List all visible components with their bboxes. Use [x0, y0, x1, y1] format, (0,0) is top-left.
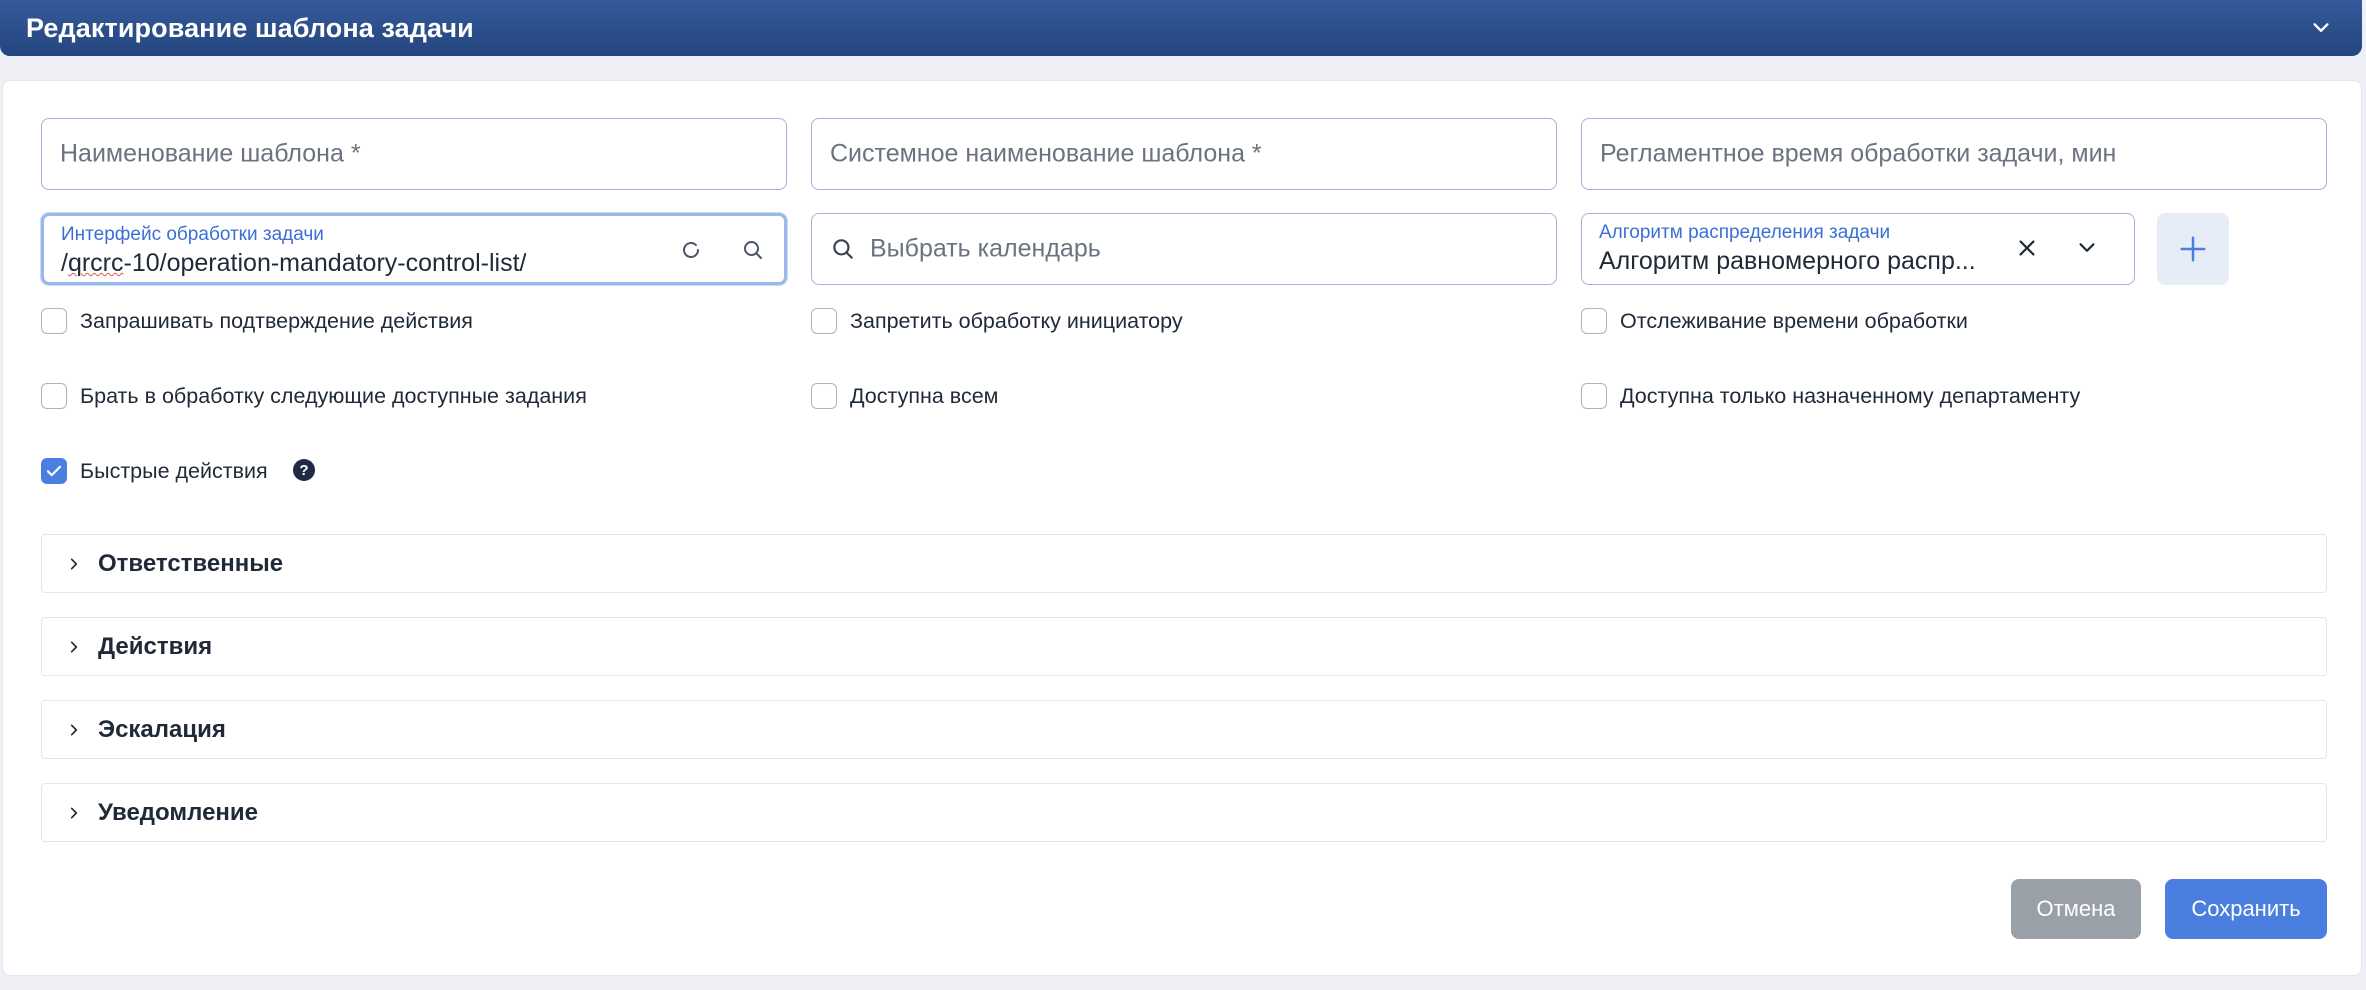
checkbox-box[interactable]	[1581, 308, 1607, 334]
take-next-label: Брать в обработку следующие доступные за…	[80, 383, 587, 408]
take-next-checkbox[interactable]: Брать в обработку следующие доступные за…	[41, 383, 587, 409]
interface-search-button[interactable]	[736, 233, 770, 267]
section-notification[interactable]: Уведомление	[41, 783, 2327, 842]
section-escalation[interactable]: Эскалация	[41, 700, 2327, 759]
refresh-button[interactable]	[674, 233, 708, 267]
confirm-action-checkbox[interactable]: Запрашивать подтверждение действия	[41, 308, 473, 334]
add-algorithm-button[interactable]	[2157, 213, 2229, 285]
forbid-initiator-checkbox[interactable]: Запретить обработку инициатору	[811, 308, 1183, 334]
checkbox-box-checked[interactable]	[41, 458, 67, 484]
interface-input[interactable]: Интерфейс обработки задачи /qrcrc-10/ope…	[41, 213, 787, 285]
algorithm-label: Алгоритм распределения задачи	[1599, 222, 1891, 243]
chevron-right-icon	[66, 722, 82, 738]
reg-time-placeholder: Регламентное время обработки задачи, мин	[1600, 139, 2117, 168]
reg-time-input[interactable]: Регламентное время обработки задачи, мин	[1581, 118, 2327, 190]
close-icon	[2019, 240, 2035, 256]
chevron-down-icon	[2079, 243, 2095, 252]
checkbox-box[interactable]	[41, 383, 67, 409]
plus-icon	[2180, 236, 2206, 262]
section-title: Ответственные	[98, 549, 284, 577]
interface-label: Интерфейс обработки задачи	[61, 224, 324, 245]
checkbox-box[interactable]	[1581, 383, 1607, 409]
system-name-input[interactable]: Системное наименование шаблона *	[811, 118, 1557, 190]
check-icon	[46, 465, 62, 477]
available-all-checkbox[interactable]: Доступна всем	[811, 383, 998, 409]
section-title: Действия	[98, 632, 213, 660]
spellcheck-word: qrcrc	[67, 249, 124, 277]
checkbox-box[interactable]	[811, 308, 837, 334]
forbid-initiator-label: Запретить обработку инициатору	[850, 308, 1183, 333]
search-icon	[744, 241, 762, 259]
page-header: Редактирование шаблона задачи	[0, 0, 2362, 56]
available-all-label: Доступна всем	[850, 383, 999, 408]
chevron-right-icon	[66, 805, 82, 821]
search-icon	[833, 239, 853, 259]
section-responsible[interactable]: Ответственные	[41, 534, 2327, 593]
checkbox-box[interactable]	[41, 308, 67, 334]
system-name-placeholder: Системное наименование шаблона *	[830, 139, 1262, 168]
quick-actions-checkbox[interactable]: Быстрые действия	[41, 458, 268, 484]
section-title: Эскалация	[98, 715, 226, 743]
dept-only-label: Доступна только назначенному департамент…	[1620, 383, 2081, 408]
section-actions[interactable]: Действия	[41, 617, 2327, 676]
time-tracking-label: Отслеживание времени обработки	[1620, 308, 1968, 333]
chevron-right-icon	[66, 639, 82, 655]
save-button[interactable]: Сохранить	[2165, 879, 2327, 939]
interface-value[interactable]: /qrcrc-10/operation-mandatory-control-li…	[61, 249, 526, 278]
algorithm-select[interactable]: Алгоритм распределения задачи Алгоритм р…	[1581, 213, 2135, 285]
calendar-placeholder: Выбрать календарь	[870, 234, 1101, 263]
refresh-icon	[683, 242, 699, 258]
template-name-placeholder: Наименование шаблона *	[60, 139, 361, 168]
dept-only-checkbox[interactable]: Доступна только назначенному департамент…	[1581, 383, 2080, 409]
checkbox-box[interactable]	[811, 383, 837, 409]
chevron-right-icon	[66, 556, 82, 572]
quick-actions-label: Быстрые действия	[80, 458, 268, 483]
cancel-button[interactable]: Отмена	[2011, 879, 2141, 939]
algorithm-clear-button[interactable]	[2010, 231, 2044, 265]
form-card: Наименование шаблона * Системное наимено…	[2, 80, 2362, 976]
template-name-input[interactable]: Наименование шаблона *	[41, 118, 787, 190]
chevron-down-icon	[2313, 23, 2329, 32]
time-tracking-checkbox[interactable]: Отслеживание времени обработки	[1581, 308, 1968, 334]
page-title: Редактирование шаблона задачи	[26, 12, 474, 43]
confirm-action-label: Запрашивать подтверждение действия	[80, 308, 473, 333]
section-title: Уведомление	[98, 798, 259, 826]
help-icon[interactable]: ?	[293, 459, 315, 481]
algorithm-value: Алгоритм равномерного распр...	[1599, 247, 1976, 275]
algorithm-dropdown-button[interactable]	[2070, 231, 2104, 265]
calendar-select[interactable]: Выбрать календарь	[811, 213, 1557, 285]
header-collapse-button[interactable]	[2308, 15, 2334, 41]
